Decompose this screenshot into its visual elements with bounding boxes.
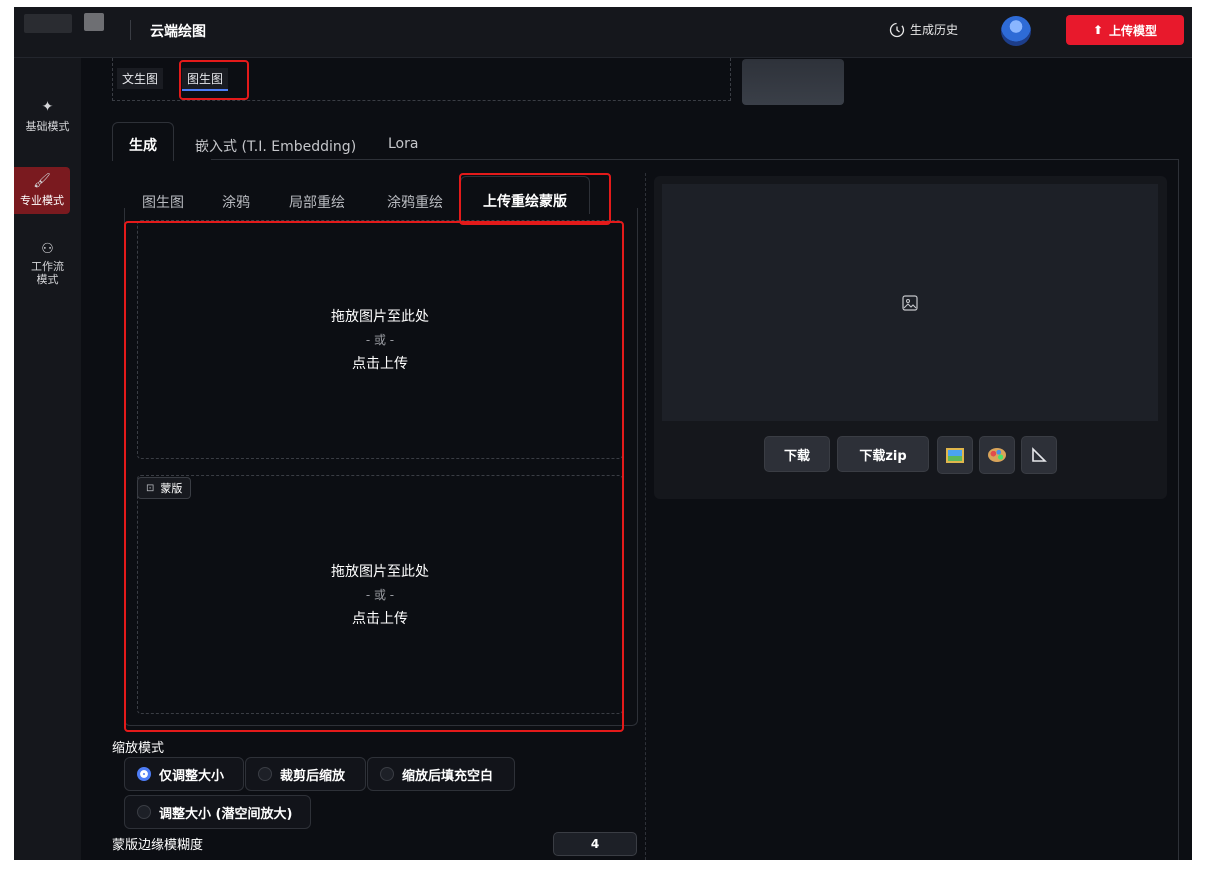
app-window: 云端绘图 生成历史 ⬆ 上传模型 ✦ 基础模式 🖌 专业模式 ⚇ 工作流模式 文… <box>14 7 1192 860</box>
sidebar-item-label: 工作流模式 <box>31 260 64 286</box>
model-thumbnail[interactable] <box>742 59 844 105</box>
click-upload-text: 点击上传 <box>352 356 408 372</box>
divider <box>211 159 1179 160</box>
upload-panel: 拖放图片至此处 - 或 - 点击上传 拖放图片至此处 - 或 - 点击上传 ⊡ … <box>124 208 638 726</box>
mask-blur-input[interactable]: 4 <box>553 832 637 856</box>
radio-resize-fill[interactable]: 缩放后填充空白 <box>367 757 515 791</box>
upload-model-button[interactable]: ⬆ 上传模型 <box>1066 15 1184 45</box>
output-panel: 下载 下载zip <box>654 176 1167 499</box>
radio-dot <box>258 767 272 781</box>
image-dropzone[interactable]: 拖放图片至此处 - 或 - 点击上传 <box>137 220 623 459</box>
mask-blur-label: 蒙版边缘模糊度 <box>112 838 204 853</box>
radio-label: 调整大小 (潜空间放大) <box>159 806 293 822</box>
tab-txt2img[interactable]: 文生图 <box>117 68 164 89</box>
mode-strip: 文生图 图生图 <box>112 58 731 101</box>
history-label: 生成历史 <box>910 23 959 37</box>
radio-crop-resize[interactable]: 裁剪后缩放 <box>245 757 366 791</box>
workflow-icon: ⚇ <box>41 241 54 257</box>
sidebar-item-basic[interactable]: ✦ 基础模式 <box>14 99 81 134</box>
tab-generate[interactable]: 生成 <box>112 122 174 161</box>
history-button[interactable]: 生成历史 <box>889 21 958 38</box>
send-to-img2img-button[interactable] <box>937 436 973 474</box>
app-title: 云端绘图 <box>150 24 206 40</box>
ruler-icon <box>1032 447 1047 462</box>
mask-dropzone[interactable]: 拖放图片至此处 - 或 - 点击上传 <box>137 475 623 714</box>
sidebar-item-workflow[interactable]: ⚇ 工作流模式 <box>14 241 81 286</box>
radio-label: 裁剪后缩放 <box>280 768 346 784</box>
sparkle-icon: ✦ <box>41 99 54 115</box>
output-preview <box>662 184 1158 421</box>
or-text: - 或 - <box>365 588 395 602</box>
radio-label: 仅调整大小 <box>159 768 225 784</box>
picture-icon <box>946 447 964 463</box>
palette-icon <box>988 448 1006 462</box>
history-icon <box>889 22 905 37</box>
send-to-extras-button[interactable] <box>1021 436 1057 474</box>
tab-embedding[interactable]: 嵌入式 (T.I. Embedding) <box>195 136 356 156</box>
sidebar-item-label: 专业模式 <box>20 194 64 207</box>
drop-text: 拖放图片至此处 <box>331 564 429 580</box>
logo <box>24 14 72 33</box>
radio-dot <box>137 767 151 781</box>
download-zip-button[interactable]: 下载zip <box>837 436 929 472</box>
radio-label: 缩放后填充空白 <box>402 768 494 784</box>
mask-label-text: 蒙版 <box>160 482 183 495</box>
top-bar: 云端绘图 生成历史 ⬆ 上传模型 <box>14 7 1192 58</box>
tab-lora[interactable]: Lora <box>388 136 418 152</box>
image-icon: ⊡ <box>146 482 155 494</box>
sidebar-item-pro[interactable]: 🖌 专业模式 <box>14 167 70 214</box>
radio-dot <box>380 767 394 781</box>
brush-icon: 🖌 <box>33 173 51 189</box>
divider <box>130 20 131 40</box>
divider <box>1178 159 1179 860</box>
radio-dot <box>137 805 151 819</box>
tab-img2img[interactable]: 图生图 <box>182 68 229 91</box>
click-upload-text: 点击上传 <box>352 611 408 627</box>
upload-icon: ⬆ <box>1092 23 1104 37</box>
resize-mode-label: 缩放模式 <box>112 741 165 756</box>
image-placeholder-icon <box>902 294 918 311</box>
divider <box>645 173 647 860</box>
send-to-inpaint-button[interactable] <box>979 436 1015 474</box>
sidebar: ✦ 基础模式 🖌 专业模式 ⚇ 工作流模式 <box>14 58 81 860</box>
or-text: - 或 - <box>365 333 395 347</box>
sidebar-item-label: 基础模式 <box>25 120 70 133</box>
logo-mark <box>84 13 104 31</box>
radio-latent-upscale[interactable]: 调整大小 (潜空间放大) <box>124 795 311 829</box>
upload-model-label: 上传模型 <box>1109 23 1158 38</box>
main-content: 文生图 图生图 生成 嵌入式 (T.I. Embedding) Lora 图生图… <box>81 58 1192 860</box>
radio-just-resize[interactable]: 仅调整大小 <box>124 757 244 791</box>
drop-text: 拖放图片至此处 <box>331 309 429 325</box>
download-button[interactable]: 下载 <box>764 436 830 472</box>
mask-label: ⊡ 蒙版 <box>137 477 192 499</box>
avatar[interactable] <box>1001 16 1031 46</box>
